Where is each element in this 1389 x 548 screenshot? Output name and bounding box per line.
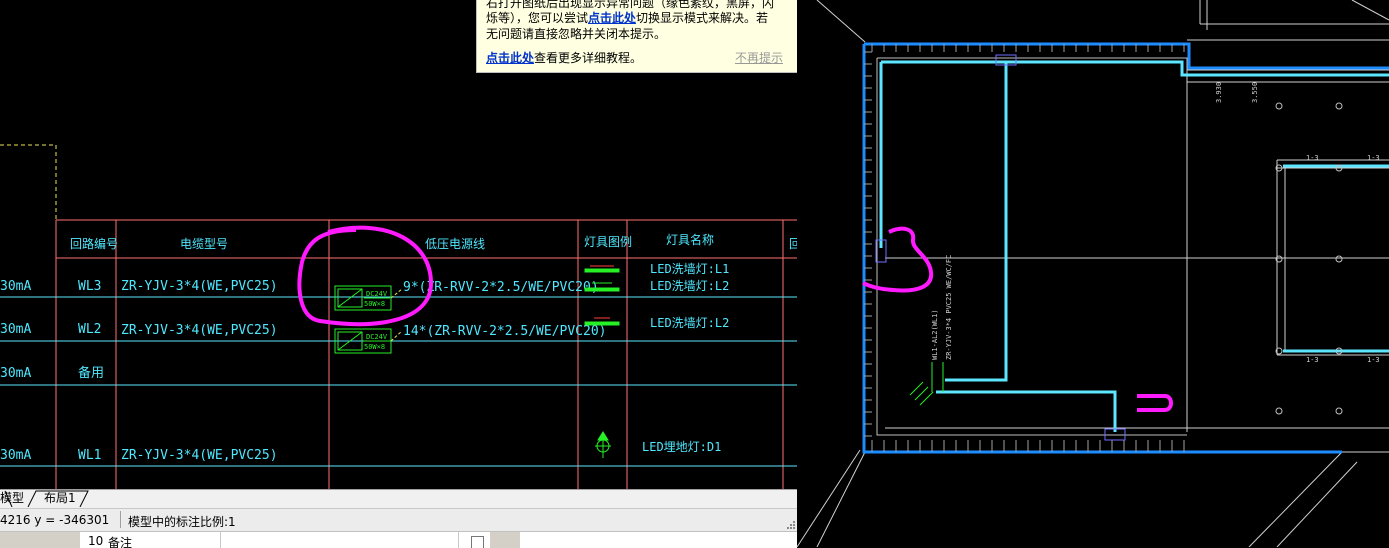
dont-show-again-link[interactable]: 不再提示: [735, 49, 783, 66]
wire-label: WL1-AL2(WL1): [931, 309, 939, 360]
resize-grip-icon[interactable]: [785, 519, 795, 529]
tab-layout1[interactable]: 布局1: [38, 490, 82, 507]
building-outline: [797, 0, 1389, 547]
status-bar: 4216 y = -346301 模型中的标注比例:1: [0, 508, 797, 531]
cable-routes: [879, 60, 1389, 432]
annotation-mark: [1137, 394, 1173, 412]
floor-plan-drawing: 3.930 3.550 1-3 1-3 1-3 1-3 WL1-AL2(WL1)…: [797, 0, 1389, 547]
header-lamp-name: 灯具名称: [666, 232, 714, 247]
cell-leak: 30mA: [0, 322, 31, 337]
cable-schedule-drawing: 回路编号 电缆型号 低压电源线 灯具图例 灯具名称 回 30mA WL3 ZR-…: [0, 144, 797, 489]
layout-tab-bar: 模型 布局1: [0, 489, 797, 508]
cell-leak: 30mA: [0, 448, 31, 463]
header-cable: 电缆型号: [180, 237, 228, 251]
property-row-number: 10: [88, 534, 104, 548]
cad-viewport-right[interactable]: 3.930 3.550 1-3 1-3 1-3 1-3 WL1-AL2(WL1)…: [797, 0, 1389, 547]
cell-lamp-name: LED洗墙灯:L2: [650, 316, 729, 330]
display-mode-tip: 右打开图纸后出现显示异常问题（缘色紊纹，黑屏，闪 烁等），您可以尝试点击此处切换…: [476, 0, 797, 73]
tip-line-4-tail: 查看更多详细教程。: [534, 51, 643, 65]
property-checkbox[interactable]: [471, 536, 484, 548]
dashed-frame: [0, 144, 57, 220]
tip-line-3: 无问题请直接忽略并关闭本提示。: [486, 27, 667, 41]
section-mark: 1-3: [1367, 154, 1380, 162]
property-row-label: 备注: [108, 536, 133, 548]
section-mark: 1-3: [1306, 356, 1319, 364]
cell-lv: 14*(ZR-RVV-2*2.5/WE/PVC20): [403, 324, 607, 339]
table-row: 30mA WL2 ZR-YJV-3*4(WE,PVC25) 14*(ZR-RVV…: [0, 316, 729, 339]
cursor-coordinates: 4216 y = -346301: [0, 513, 110, 527]
cell-circuit: 备用: [78, 365, 104, 381]
section-mark: 1-3: [1367, 356, 1380, 364]
header-extra: 回: [789, 237, 797, 251]
table-row: 30mA WL1 ZR-YJV-3*4(WE,PVC25) LED埋地灯:D1: [0, 440, 721, 463]
transformer-label: DC24V: [366, 290, 388, 298]
tip-line-2: 烁等），您可以尝试: [486, 11, 589, 25]
cell-cable: ZR-YJV-3*4(WE,PVC25): [121, 448, 278, 463]
cell-lamp-name: LED埋地灯:D1: [642, 440, 721, 454]
dimension-label: 3.550: [1251, 82, 1259, 103]
table-row: 30mA WL3 ZR-YJV-3*4(WE,PVC25) 9*(ZR-RVV-…: [0, 262, 729, 295]
cell-cable: ZR-YJV-3*4(WE,PVC25): [121, 323, 278, 338]
cell-circuit: WL2: [78, 322, 101, 337]
ground-light-symbol: [595, 431, 611, 458]
header-lamp-symbol: 灯具图例: [584, 235, 632, 249]
transformer-label: 50W×8: [364, 300, 385, 308]
annotation-scale: 模型中的标注比例:1: [128, 515, 236, 529]
wire-label: ZR-YJV-3*4 PVC25 WE/WC/FC: [945, 255, 953, 360]
cell-circuit: WL3: [78, 279, 101, 294]
cell-leak: 30mA: [0, 366, 31, 381]
cell-lamp-name: LED洗墙灯:L2: [650, 279, 729, 293]
wall-washer-symbol: [584, 317, 620, 326]
section-mark: 1-3: [1306, 154, 1319, 162]
dimension-label: 3.930: [1215, 82, 1223, 103]
cell-leak: 30mA: [0, 279, 31, 294]
cad-viewport-left[interactable]: 回路编号 电缆型号 低压电源线 灯具图例 灯具名称 回 30mA WL3 ZR-…: [0, 0, 797, 489]
annotation-bracket: [862, 226, 934, 293]
tip-line-2-tail: 切换显示模式来解决。若: [636, 11, 769, 25]
cell-circuit: WL1: [78, 448, 101, 463]
transformer-label: DC24V: [366, 333, 388, 341]
properties-panel: 10 备注: [0, 531, 797, 548]
table-row: 30mA 备用: [0, 365, 104, 381]
tutorial-link[interactable]: 点击此处: [486, 51, 534, 65]
cell-lamp-name: LED洗墙灯:L1: [650, 262, 729, 276]
cell-cable: ZR-YJV-3*4(WE,PVC25): [121, 279, 278, 294]
header-circuit: 回路编号: [70, 236, 118, 251]
transformer-label: 50W×8: [364, 343, 385, 351]
header-low-voltage: 低压电源线: [425, 237, 485, 251]
switch-mode-link[interactable]: 点击此处: [588, 11, 636, 25]
